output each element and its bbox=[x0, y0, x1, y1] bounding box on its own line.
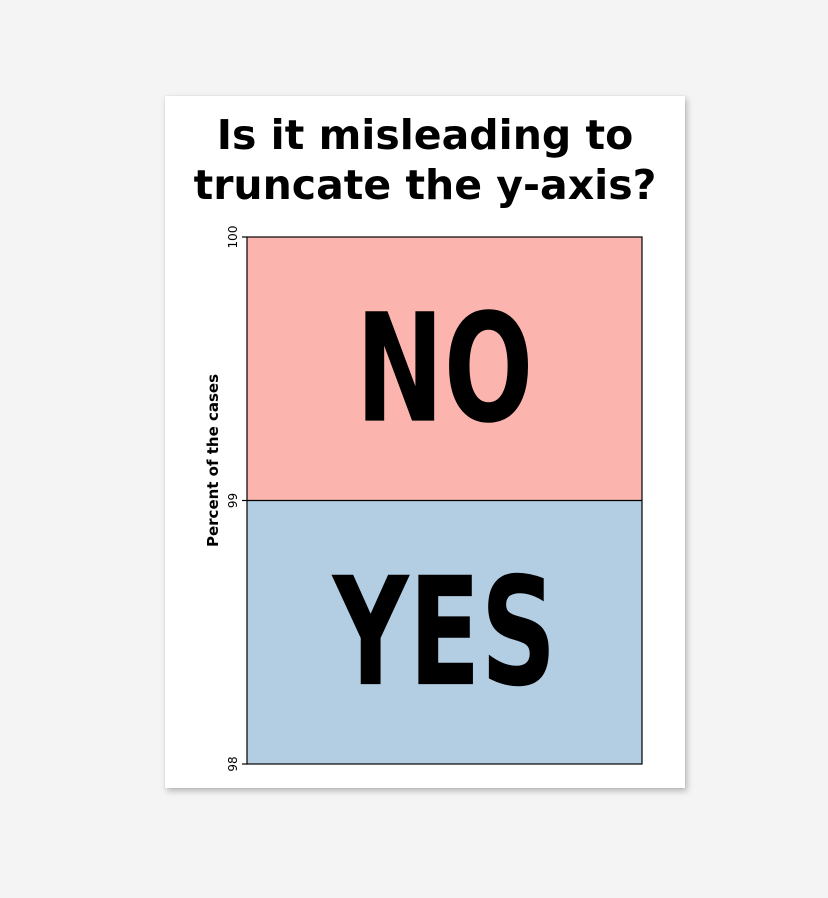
bar-label-no: NO bbox=[356, 281, 534, 456]
y-axis-label: Percent of the cases bbox=[204, 374, 222, 547]
bar-label-yes: YES bbox=[331, 545, 557, 720]
y-tick-label-99: 99 bbox=[226, 493, 240, 508]
poster-canvas: Is it misleading to truncate the y-axis?… bbox=[165, 96, 685, 788]
chart-svg: YES NO 98 99 100 Percent of the cases bbox=[204, 226, 643, 772]
y-tick-label-98: 98 bbox=[226, 756, 240, 771]
y-tick-label-100: 100 bbox=[226, 226, 240, 249]
